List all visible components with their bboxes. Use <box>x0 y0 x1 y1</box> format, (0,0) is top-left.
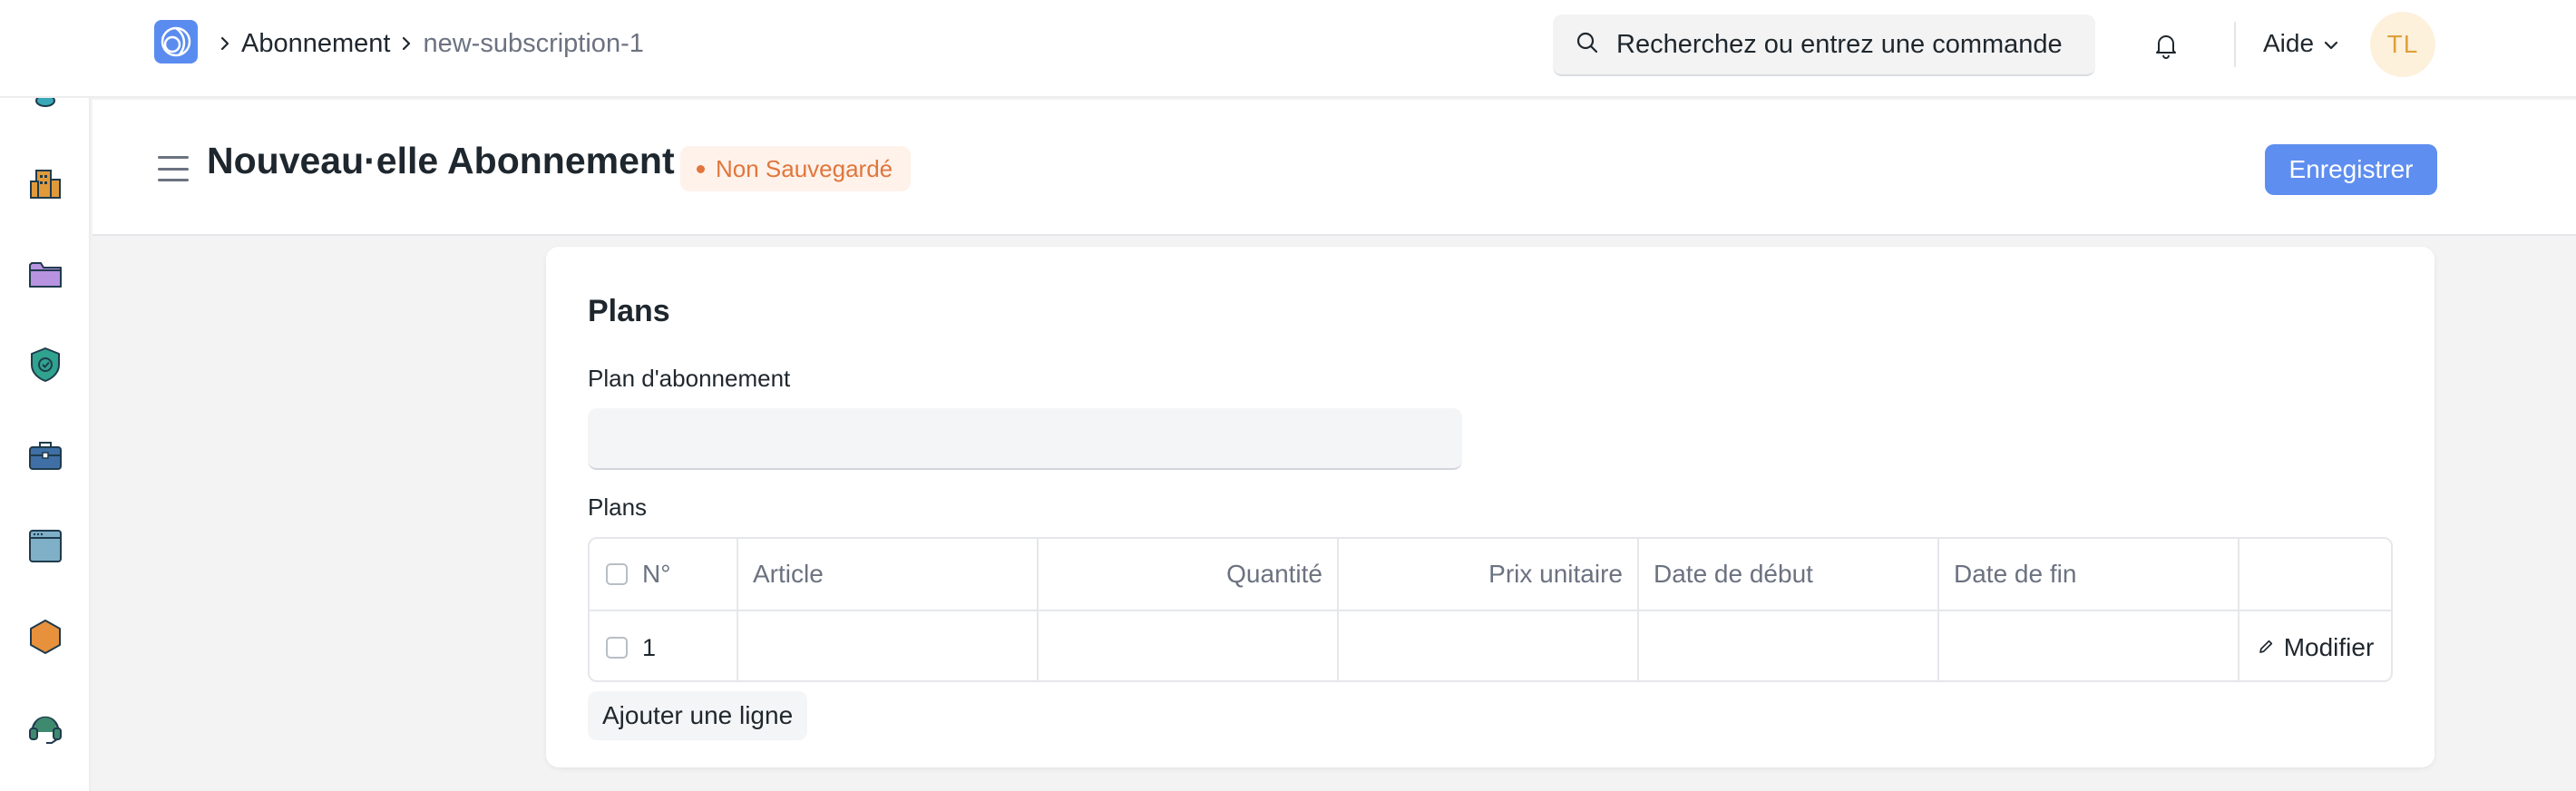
column-header-actions <box>2239 539 2391 610</box>
price-cell[interactable] <box>1339 611 1639 680</box>
page-header: Nouveau·elle Abonnement Non Sauvegardé E… <box>93 100 2576 236</box>
column-header: Date de début <box>1639 539 1939 610</box>
notification-bell-icon[interactable] <box>2150 29 2182 62</box>
avatar[interactable]: TL <box>2370 12 2435 77</box>
save-button[interactable]: Enregistrer <box>2265 144 2437 195</box>
row-checkbox[interactable] <box>606 637 628 659</box>
plans-table-label: Plans <box>588 493 648 521</box>
briefcase-icon[interactable] <box>25 435 65 475</box>
plan-field-label: Plan d'abonnement <box>588 365 791 392</box>
menu-toggle-icon[interactable] <box>158 156 189 181</box>
column-header: N° <box>642 560 671 588</box>
row-number: 1 <box>642 633 657 661</box>
help-dropdown[interactable]: Aide <box>2263 25 2339 62</box>
plan-field[interactable] <box>588 408 1462 470</box>
top-navbar: Abonnement new-subscription-1 Aide TL <box>0 0 2576 98</box>
header-cell-number: N° <box>590 539 738 610</box>
folder-icon[interactable] <box>25 254 65 294</box>
app-logo-icon[interactable] <box>154 20 198 63</box>
pencil-icon <box>2257 633 2275 662</box>
plans-table: N° Article Quantité Prix unitaire Date d… <box>588 537 2393 682</box>
section-title: Plans <box>588 294 670 328</box>
table-header-row: N° Article Quantité Prix unitaire Date d… <box>590 539 2391 611</box>
column-header: Prix unitaire <box>1339 539 1639 610</box>
select-all-checkbox[interactable] <box>606 563 628 585</box>
breadcrumb-current[interactable]: new-subscription-1 <box>423 29 643 59</box>
column-header: Article <box>738 539 1039 610</box>
breadcrumb: Abonnement new-subscription-1 <box>218 25 644 62</box>
add-row-button[interactable]: Ajouter une ligne <box>588 691 808 740</box>
table-row[interactable]: 1 Modifier <box>590 611 2391 680</box>
buildings-icon[interactable] <box>25 163 65 203</box>
search-bar[interactable] <box>1553 15 2095 76</box>
shield-check-icon[interactable] <box>25 345 65 385</box>
column-header: Quantité <box>1039 539 1339 610</box>
form-card: Plans Plan d'abonnement Plans N° Article… <box>546 247 2435 767</box>
status-dot-icon <box>697 164 705 173</box>
end-date-cell[interactable] <box>1939 611 2239 680</box>
article-cell[interactable] <box>738 611 1039 680</box>
chevron-right-icon <box>218 34 232 53</box>
start-date-cell[interactable] <box>1639 611 1939 680</box>
breadcrumb-link-abonnement[interactable]: Abonnement <box>241 29 390 59</box>
edit-row-label: Modifier <box>2283 633 2375 661</box>
search-icon <box>1575 30 1600 60</box>
sidebar <box>0 94 91 791</box>
status-label: Non Sauvegardé <box>716 154 893 182</box>
column-header: Date de fin <box>1939 539 2239 610</box>
window-icon[interactable] <box>25 526 65 566</box>
chevron-right-icon <box>399 34 414 53</box>
navbar-divider <box>2234 22 2236 67</box>
help-label: Aide <box>2263 29 2315 57</box>
quantity-cell[interactable] <box>1039 611 1339 680</box>
hexagon-icon[interactable] <box>25 617 65 657</box>
search-input[interactable] <box>1616 29 2088 60</box>
status-badge: Non Sauvegardé <box>680 146 912 191</box>
edit-row-button[interactable]: Modifier <box>2239 611 2391 680</box>
chevron-down-icon <box>2323 29 2339 58</box>
page-title: Nouveau·elle Abonnement <box>207 140 675 181</box>
headset-icon[interactable] <box>25 708 65 747</box>
row-number-cell: 1 <box>590 611 738 680</box>
